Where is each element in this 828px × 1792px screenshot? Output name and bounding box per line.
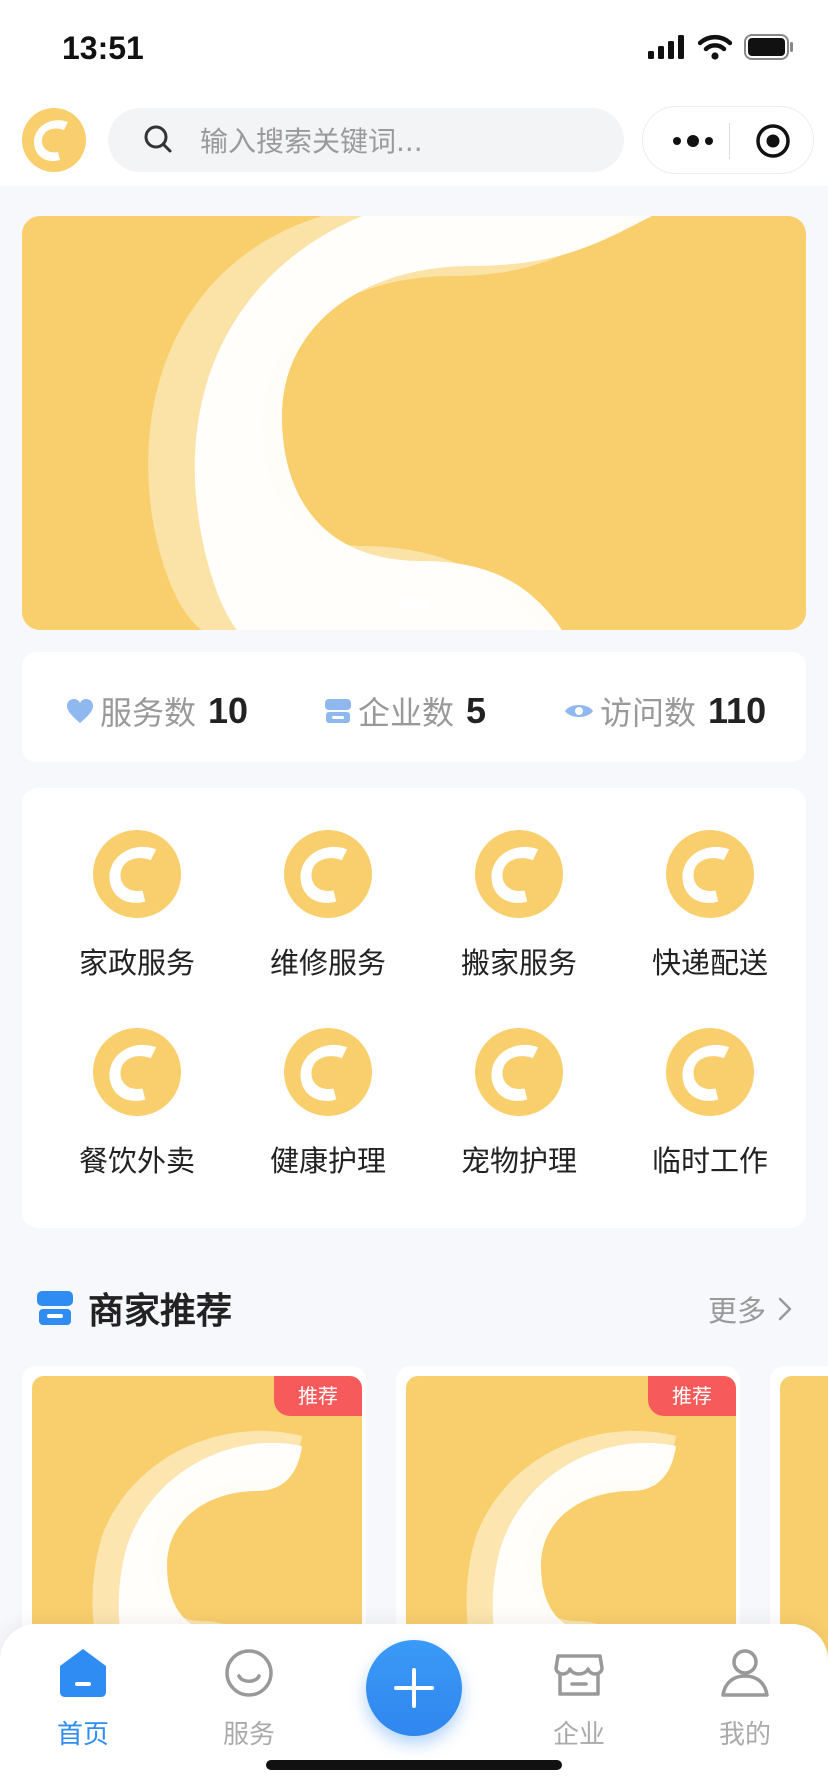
merchant-image: 推荐 [406, 1376, 736, 1666]
stats-panel: 服务数 10 企业数 5 访问数 110 [22, 652, 806, 762]
more-label: 更多 [707, 1294, 766, 1328]
app-logo-icon[interactable] [22, 108, 86, 172]
close-target-icon[interactable] [753, 121, 793, 161]
merchant-image: 推荐 [32, 1376, 362, 1666]
section-title: 商家推荐 [88, 1291, 233, 1332]
battery-icon [744, 34, 793, 60]
category-label: 餐饮外卖 [78, 1144, 195, 1178]
stat-label: 访问数 [600, 694, 697, 732]
category-label: 家政服务 [78, 946, 195, 980]
search-placeholder: 输入搜索关键词... [200, 125, 423, 158]
merchant-image-art [32, 1376, 362, 1666]
recommend-tag: 推荐 [648, 1376, 736, 1416]
carousel-indicator [398, 600, 430, 610]
more-link[interactable]: 更多 [708, 1288, 796, 1330]
add-button[interactable] [366, 1640, 462, 1736]
tab-label: 企业 [552, 1720, 605, 1750]
tab-label: 我的 [718, 1720, 771, 1750]
category-logo-icon [284, 1028, 372, 1116]
merchant-image [780, 1376, 828, 1666]
user-icon [721, 1649, 769, 1697]
stat-value: 10 [208, 690, 249, 731]
smile-icon [225, 1649, 273, 1697]
top-header: 输入搜索关键词... [0, 96, 828, 186]
merchant-card-partial[interactable] [770, 1366, 828, 1666]
category-label: 快递配送 [651, 946, 768, 980]
wifi-icon [698, 34, 732, 60]
stat-value: 5 [466, 690, 487, 731]
category-logo-icon [93, 1028, 181, 1116]
store-icon [37, 1291, 73, 1325]
category-logo-icon [93, 830, 181, 918]
status-icons [648, 34, 794, 60]
search-icon [144, 125, 172, 153]
tab-home[interactable]: 首页 [28, 1646, 138, 1756]
category-label: 维修服务 [269, 946, 386, 980]
tab-mine[interactable]: 我的 [690, 1646, 800, 1756]
category-label: 宠物护理 [460, 1144, 577, 1178]
category-item[interactable]: 餐饮外卖 [49, 1028, 225, 1188]
banner-image [22, 216, 806, 630]
category-item[interactable]: 快递配送 [622, 830, 798, 990]
banner-carousel[interactable] [22, 216, 806, 630]
more-dots-icon[interactable] [667, 127, 719, 155]
merchants-section-header: 商家推荐 [36, 1282, 232, 1334]
merchant-image-art [406, 1376, 736, 1666]
category-label: 搬家服务 [460, 946, 577, 980]
mini-program-capsule [642, 106, 814, 174]
home-icon [60, 1649, 106, 1697]
category-item[interactable]: 家政服务 [49, 830, 225, 990]
plus-icon [394, 1668, 434, 1708]
category-logo-icon [666, 830, 754, 918]
store-icon [554, 1654, 604, 1696]
category-item[interactable]: 搬家服务 [431, 830, 607, 990]
stat-services: 服务数 10 [66, 688, 248, 734]
category-grid: 家政服务 维修服务 搬家服务 快递配送 餐饮外卖 健康护理 宠物护理 临时工作 [22, 788, 806, 1228]
tab-label: 首页 [56, 1720, 109, 1750]
status-bar: 13:51 [0, 0, 828, 96]
signal-icon [648, 35, 684, 59]
tab-companies[interactable]: 企业 [524, 1646, 634, 1756]
category-item[interactable]: 宠物护理 [431, 1028, 607, 1188]
category-item[interactable]: 临时工作 [622, 1028, 798, 1188]
chevron-right-icon [778, 1297, 792, 1321]
category-logo-icon [475, 830, 563, 918]
category-logo-icon [666, 1028, 754, 1116]
category-logo-icon [284, 830, 372, 918]
stat-label: 服务数 [100, 694, 197, 732]
category-label: 临时工作 [651, 1144, 768, 1178]
tab-services[interactable]: 服务 [194, 1646, 304, 1756]
category-item[interactable]: 健康护理 [240, 1028, 416, 1188]
category-logo-icon [475, 1028, 563, 1116]
category-label: 健康护理 [269, 1144, 386, 1178]
status-time: 13:51 [62, 30, 144, 66]
store-icon [325, 699, 351, 723]
merchant-card[interactable]: 推荐 [396, 1366, 740, 1666]
search-bar[interactable]: 输入搜索关键词... [108, 108, 624, 172]
category-item[interactable]: 维修服务 [240, 830, 416, 990]
home-indicator [266, 1760, 562, 1770]
stat-companies: 企业数 5 [324, 688, 486, 734]
heart-icon [67, 699, 93, 723]
merchant-card[interactable]: 推荐 [22, 1366, 366, 1666]
stat-label: 企业数 [358, 694, 455, 732]
stat-value: 110 [708, 690, 767, 731]
eye-icon [565, 705, 593, 717]
recommend-tag: 推荐 [274, 1376, 362, 1416]
stat-visits: 访问数 110 [564, 688, 766, 734]
capsule-divider [729, 123, 730, 159]
tab-label: 服务 [222, 1720, 275, 1750]
